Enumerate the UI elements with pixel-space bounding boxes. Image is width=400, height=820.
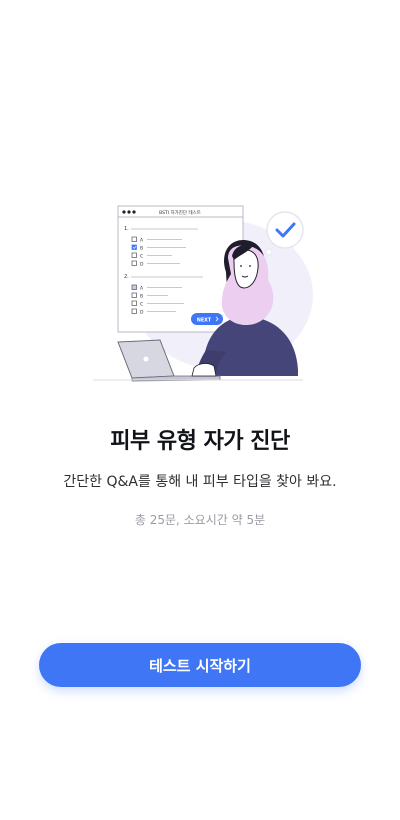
svg-text:NEXT: NEXT [197,317,212,323]
svg-text:D: D [140,310,144,316]
svg-text:B: B [140,294,143,300]
question-1-number: 1. [124,226,129,232]
svg-text:B: B [140,246,143,252]
quiz-window: BSTI 자가진단 테스트 1. A B C D 2. A B C D NEXT [117,205,244,333]
page-subtitle: 간단한 Q&A를 통해 내 피부 타입을 찾아 봐요. [63,474,337,490]
svg-text:C: C [140,302,143,308]
page-title: 피부 유형 자가 진단 [110,429,290,454]
quiz-window-title: BSTI 자가진단 테스트 [159,209,201,216]
test-info: 총 25문, 소요시간 약 5분 [134,513,266,527]
question-2-number: 2. [124,274,129,280]
quiz-illustration: BSTI 자가진단 테스트 1. A B C D 2. A B C D NEXT [93,205,313,382]
svg-text:D: D [140,262,144,268]
svg-text:C: C [140,254,143,260]
next-pill: NEXT [191,313,223,325]
start-test-button[interactable]: 테스트 시작하기 [39,643,361,687]
